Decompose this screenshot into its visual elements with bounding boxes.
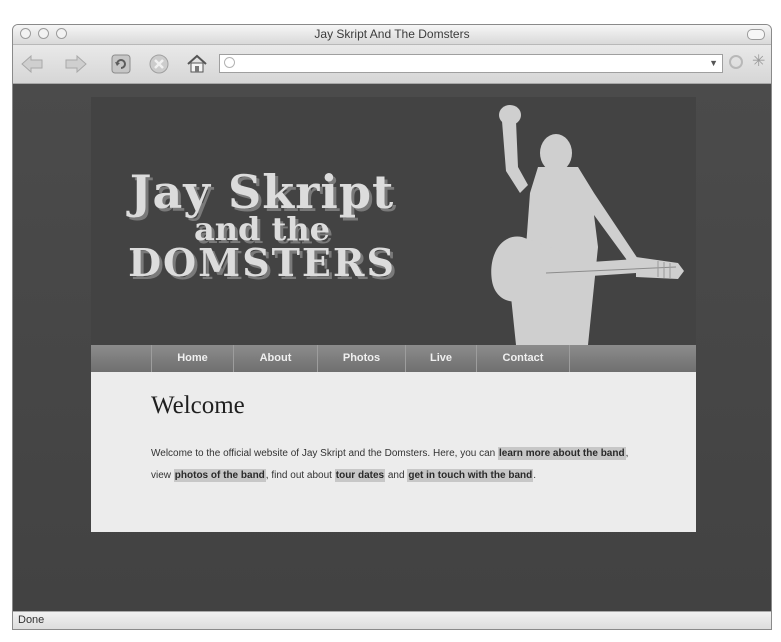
band-logo: Jay Skript and the DOMSTERS — [127, 169, 397, 282]
go-icon[interactable] — [729, 55, 743, 69]
page-viewport: Jay Skript and the DOMSTERS Home About P… — [13, 84, 771, 611]
main-content: Welcome Welcome to the official website … — [91, 372, 696, 532]
intro-text: . — [533, 470, 537, 481]
globe-icon — [224, 57, 235, 68]
chevron-down-icon[interactable]: ▼ — [709, 58, 718, 68]
status-bar: Done — [13, 611, 771, 629]
intro-paragraph: Welcome to the official website of Jay S… — [151, 443, 651, 487]
browser-window: Jay Skript And The Domsters ▼ ✳ Jay Skri… — [12, 24, 772, 630]
back-arrow-icon[interactable] — [19, 50, 47, 78]
nav-divider — [569, 345, 570, 372]
browser-toolbar: ▼ ✳ — [13, 45, 771, 84]
contact-link[interactable]: get in touch with the band — [407, 469, 534, 482]
address-bar[interactable]: ▼ — [219, 54, 723, 74]
reload-icon[interactable] — [109, 50, 133, 78]
status-text: Done — [18, 614, 45, 626]
intro-text: Welcome to the official website of Jay S… — [151, 448, 499, 459]
stop-icon[interactable] — [147, 50, 171, 78]
nav-item-home[interactable]: Home — [151, 345, 233, 372]
main-navigation: Home About Photos Live Contact — [91, 345, 696, 372]
intro-text: , find out about — [265, 470, 335, 481]
activity-spinner-icon: ✳ — [752, 53, 766, 70]
nav-item-contact[interactable]: Contact — [476, 345, 569, 372]
nav-item-photos[interactable]: Photos — [317, 345, 405, 372]
nav-item-live[interactable]: Live — [405, 345, 476, 372]
forward-arrow-icon[interactable] — [61, 50, 89, 78]
page-title: Welcome — [151, 392, 245, 419]
home-icon[interactable] — [185, 50, 209, 78]
live-link[interactable]: tour dates — [334, 469, 386, 482]
nav-item-about[interactable]: About — [233, 345, 317, 372]
address-input[interactable] — [240, 55, 704, 74]
logo-line-3: DOMSTERS — [128, 240, 396, 285]
site-header: Jay Skript and the DOMSTERS — [91, 97, 696, 345]
toolbar-toggle-button[interactable] — [747, 29, 765, 40]
about-link[interactable]: learn more about the band — [498, 447, 626, 460]
intro-text: and — [385, 470, 408, 481]
logo-line-1: Jay Skript — [129, 165, 395, 219]
guitarist-silhouette — [491, 105, 684, 345]
title-bar: Jay Skript And The Domsters — [13, 25, 771, 45]
site-container: Jay Skript and the DOMSTERS Home About P… — [91, 97, 696, 532]
photos-link[interactable]: photos of the band — [173, 469, 266, 482]
window-title: Jay Skript And The Domsters — [314, 27, 470, 41]
